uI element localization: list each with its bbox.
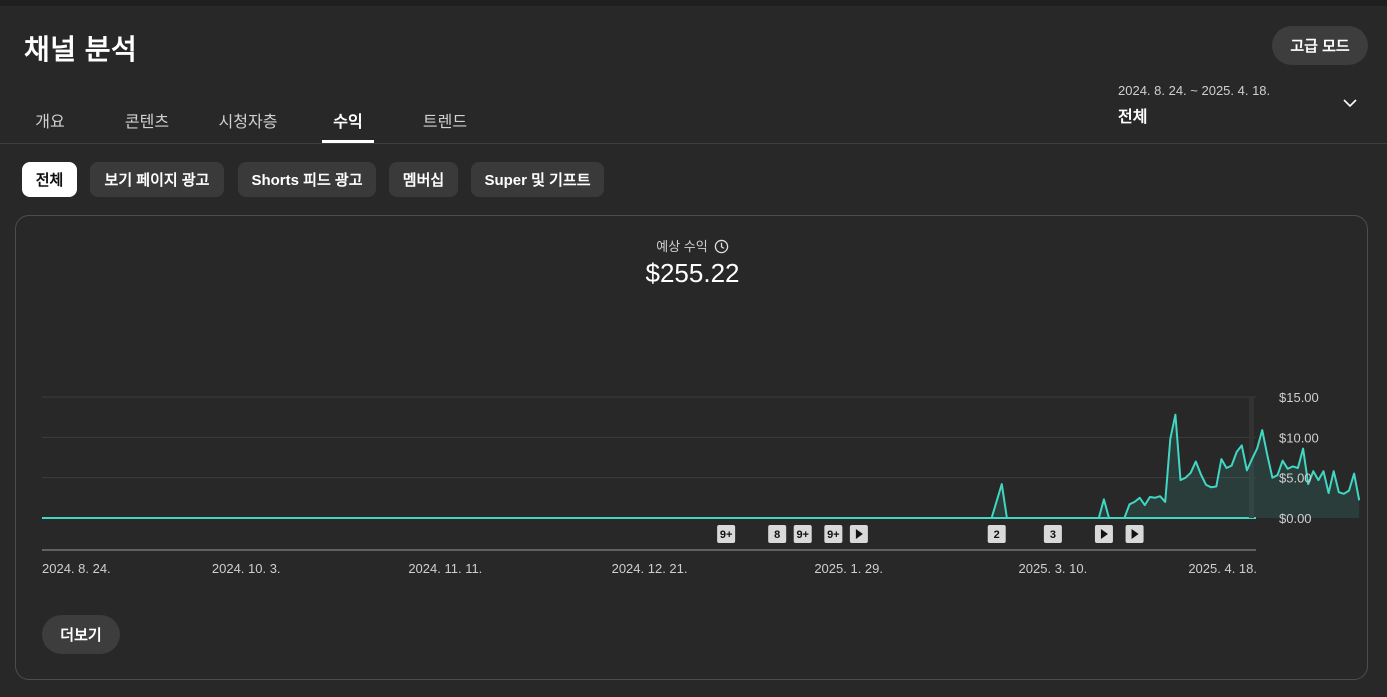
video-count-marker[interactable]: 2 (987, 525, 1006, 543)
revenue-area (42, 414, 1360, 518)
advanced-mode-button[interactable]: 고급 모드 (1272, 26, 1368, 65)
revenue-chart: 9+ 8 9+ 9+ 2 3 $15.00 $10.00 $5.00 $0.00 2024. 8… (42, 390, 1361, 576)
video-marker[interactable] (849, 525, 868, 543)
x-tick-label: 2025. 4. 18. (1188, 561, 1257, 576)
x-tick-label: 2024. 12. 21. (612, 561, 688, 576)
revenue-card: 예상 수익 $255.22 9+ 8 9+ 9+ 2 3 $15.00 $10.00 $5.0… (15, 215, 1368, 680)
video-count-marker[interactable]: 9+ (824, 525, 843, 543)
tab-revenue[interactable]: 수익 (322, 96, 374, 143)
video-count-marker[interactable]: 3 (1043, 525, 1062, 543)
filter-chip-super-gifts[interactable]: Super 및 기프트 (471, 162, 604, 197)
filter-chip-all[interactable]: 전체 (22, 162, 77, 197)
marker-label: 9+ (720, 529, 733, 541)
video-count-marker[interactable]: 9+ (793, 525, 812, 543)
tab-audience[interactable]: 시청자층 (210, 96, 286, 143)
marker-label: 9+ (796, 529, 809, 541)
video-count-marker[interactable]: 9+ (717, 525, 736, 543)
date-range-selector[interactable]: 2024. 8. 24. ~ 2025. 4. 18. 전체 (1118, 83, 1368, 129)
tab-overview[interactable]: 개요 (22, 96, 78, 143)
filter-chip-memberships[interactable]: 멤버십 (389, 162, 458, 197)
x-tick-label: 2025. 3. 10. (1019, 561, 1088, 576)
date-range-dates: 2024. 8. 24. ~ 2025. 4. 18. (1118, 83, 1271, 98)
page-title: 채널 분석 (24, 34, 138, 65)
y-tick-label: $15.00 (1279, 390, 1319, 405)
x-tick-label: 2024. 10. 3. (212, 561, 281, 576)
date-range-label: 전체 (1118, 109, 1148, 126)
x-tick-label: 2024. 11. 11. (408, 561, 482, 576)
x-tick-label: 2025. 1. 29. (814, 561, 883, 576)
y-tick-label: $0.00 (1279, 511, 1312, 526)
y-tick-label: $10.00 (1279, 430, 1319, 445)
marker-label: 3 (1050, 529, 1056, 541)
tab-content[interactable]: 콘텐츠 (116, 96, 178, 143)
tab-trends[interactable]: 트렌드 (414, 96, 476, 143)
video-marker[interactable] (1094, 525, 1113, 543)
video-marker[interactable] (1125, 525, 1144, 543)
marker-label: 8 (774, 529, 780, 541)
tab-divider (0, 143, 1387, 144)
marker-label: 9+ (827, 529, 840, 541)
top-border (0, 0, 1387, 6)
filter-chip-shorts-feed-ads[interactable]: Shorts 피드 광고 (238, 162, 376, 197)
chevron-down-icon (1343, 99, 1357, 108)
filter-chip-watch-page-ads[interactable]: 보기 페이지 광고 (90, 162, 224, 197)
marker-label: 2 (994, 529, 1000, 541)
x-tick-label: 2024. 8. 24. (42, 561, 111, 576)
video-count-marker[interactable]: 8 (768, 525, 787, 543)
more-button[interactable]: 더보기 (42, 615, 120, 654)
y-tick-label: $5.00 (1279, 471, 1312, 486)
